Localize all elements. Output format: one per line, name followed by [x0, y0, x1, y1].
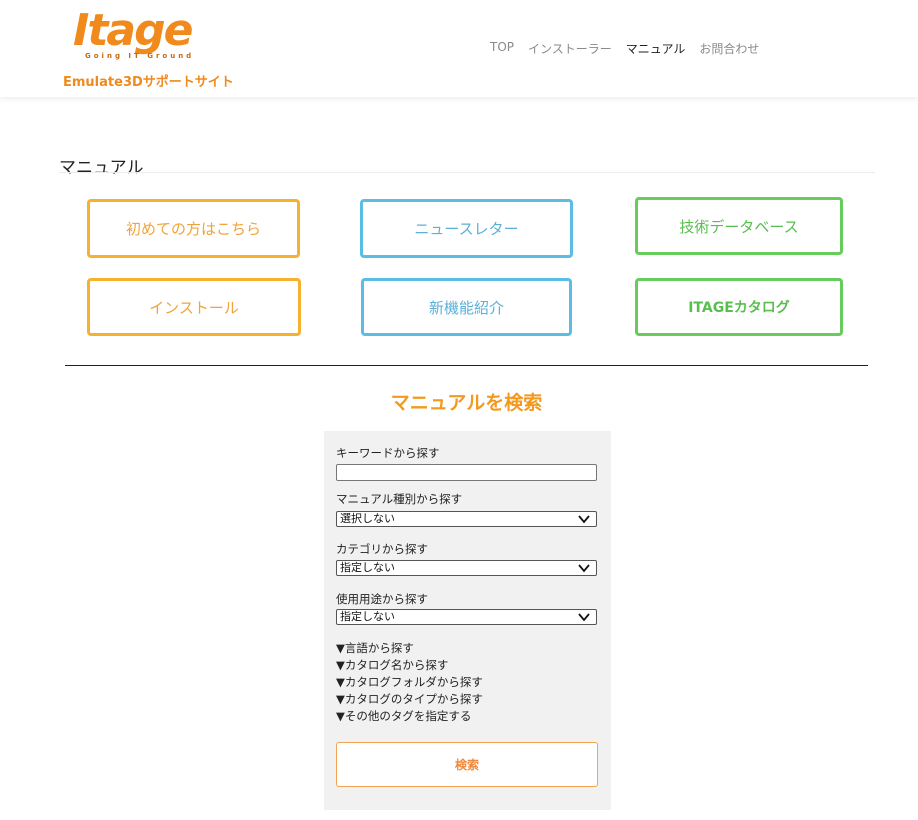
site-subtitle[interactable]: Emulate3Dサポートサイト	[63, 71, 234, 90]
chevron-down-icon	[578, 564, 590, 573]
category-label: カテゴリから探す	[336, 542, 428, 556]
main-nav: TOP インストーラー マニュアル お問合わせ	[490, 40, 773, 57]
usage-label: 使用用途から探す	[336, 592, 428, 606]
chevron-down-icon	[578, 613, 590, 622]
toggle-language[interactable]: ▼言語から探す	[336, 640, 483, 657]
keyword-input[interactable]	[336, 464, 597, 481]
nav-contact[interactable]: お問合わせ	[699, 40, 759, 57]
logo-wordmark: Itage	[73, 5, 193, 56]
toggle-other-tags[interactable]: ▼その他のタグを指定する	[336, 708, 483, 725]
site-header: Itage Going IT Ground Emulate3Dサポートサイト T…	[0, 0, 918, 97]
chevron-down-icon	[578, 515, 590, 524]
manual-type-label: マニュアル種別から探す	[336, 492, 463, 506]
page-title: マニュアル	[59, 158, 144, 178]
logo-tagline: Going IT Ground	[85, 52, 195, 60]
keyword-label: キーワードから探す	[336, 446, 440, 460]
search-heading: マニュアルを検索	[390, 392, 543, 414]
usage-value: 指定しない	[340, 610, 395, 623]
toggle-catalog-type[interactable]: ▼カタログのタイプから探す	[336, 691, 483, 708]
toggle-catalog-folder[interactable]: ▼カタログフォルダから探す	[336, 674, 483, 691]
section-divider	[65, 365, 868, 366]
toggle-catalog-name[interactable]: ▼カタログ名から探す	[336, 657, 483, 674]
filter-toggles: ▼言語から探す ▼カタログ名から探す ▼カタログフォルダから探す ▼カタログのタ…	[336, 640, 483, 725]
search-panel: キーワードから探す マニュアル種別から探す 選択しない カテゴリから探す 指定し…	[324, 431, 611, 810]
usage-select[interactable]: 指定しない	[336, 609, 597, 625]
tile-install[interactable]: インストール	[87, 278, 301, 336]
tile-itage-catalog[interactable]: ITAGEカタログ	[635, 278, 843, 336]
site-logo[interactable]: Itage Going IT Ground	[73, 9, 203, 61]
tile-new-features[interactable]: 新機能紹介	[361, 278, 572, 336]
category-value: 指定しない	[340, 561, 395, 574]
tile-beginners[interactable]: 初めての方はこちら	[87, 199, 300, 258]
search-button[interactable]: 検索	[336, 742, 598, 787]
nav-top[interactable]: TOP	[490, 40, 514, 57]
tile-tech-database[interactable]: 技術データベース	[635, 197, 843, 255]
category-select[interactable]: 指定しない	[336, 560, 597, 576]
nav-manual[interactable]: マニュアル	[626, 40, 686, 57]
manual-type-value: 選択しない	[340, 512, 395, 525]
tile-newsletter[interactable]: ニュースレター	[360, 199, 573, 258]
title-divider	[59, 172, 875, 173]
nav-installer[interactable]: インストーラー	[528, 40, 612, 57]
manual-type-select[interactable]: 選択しない	[336, 511, 597, 527]
